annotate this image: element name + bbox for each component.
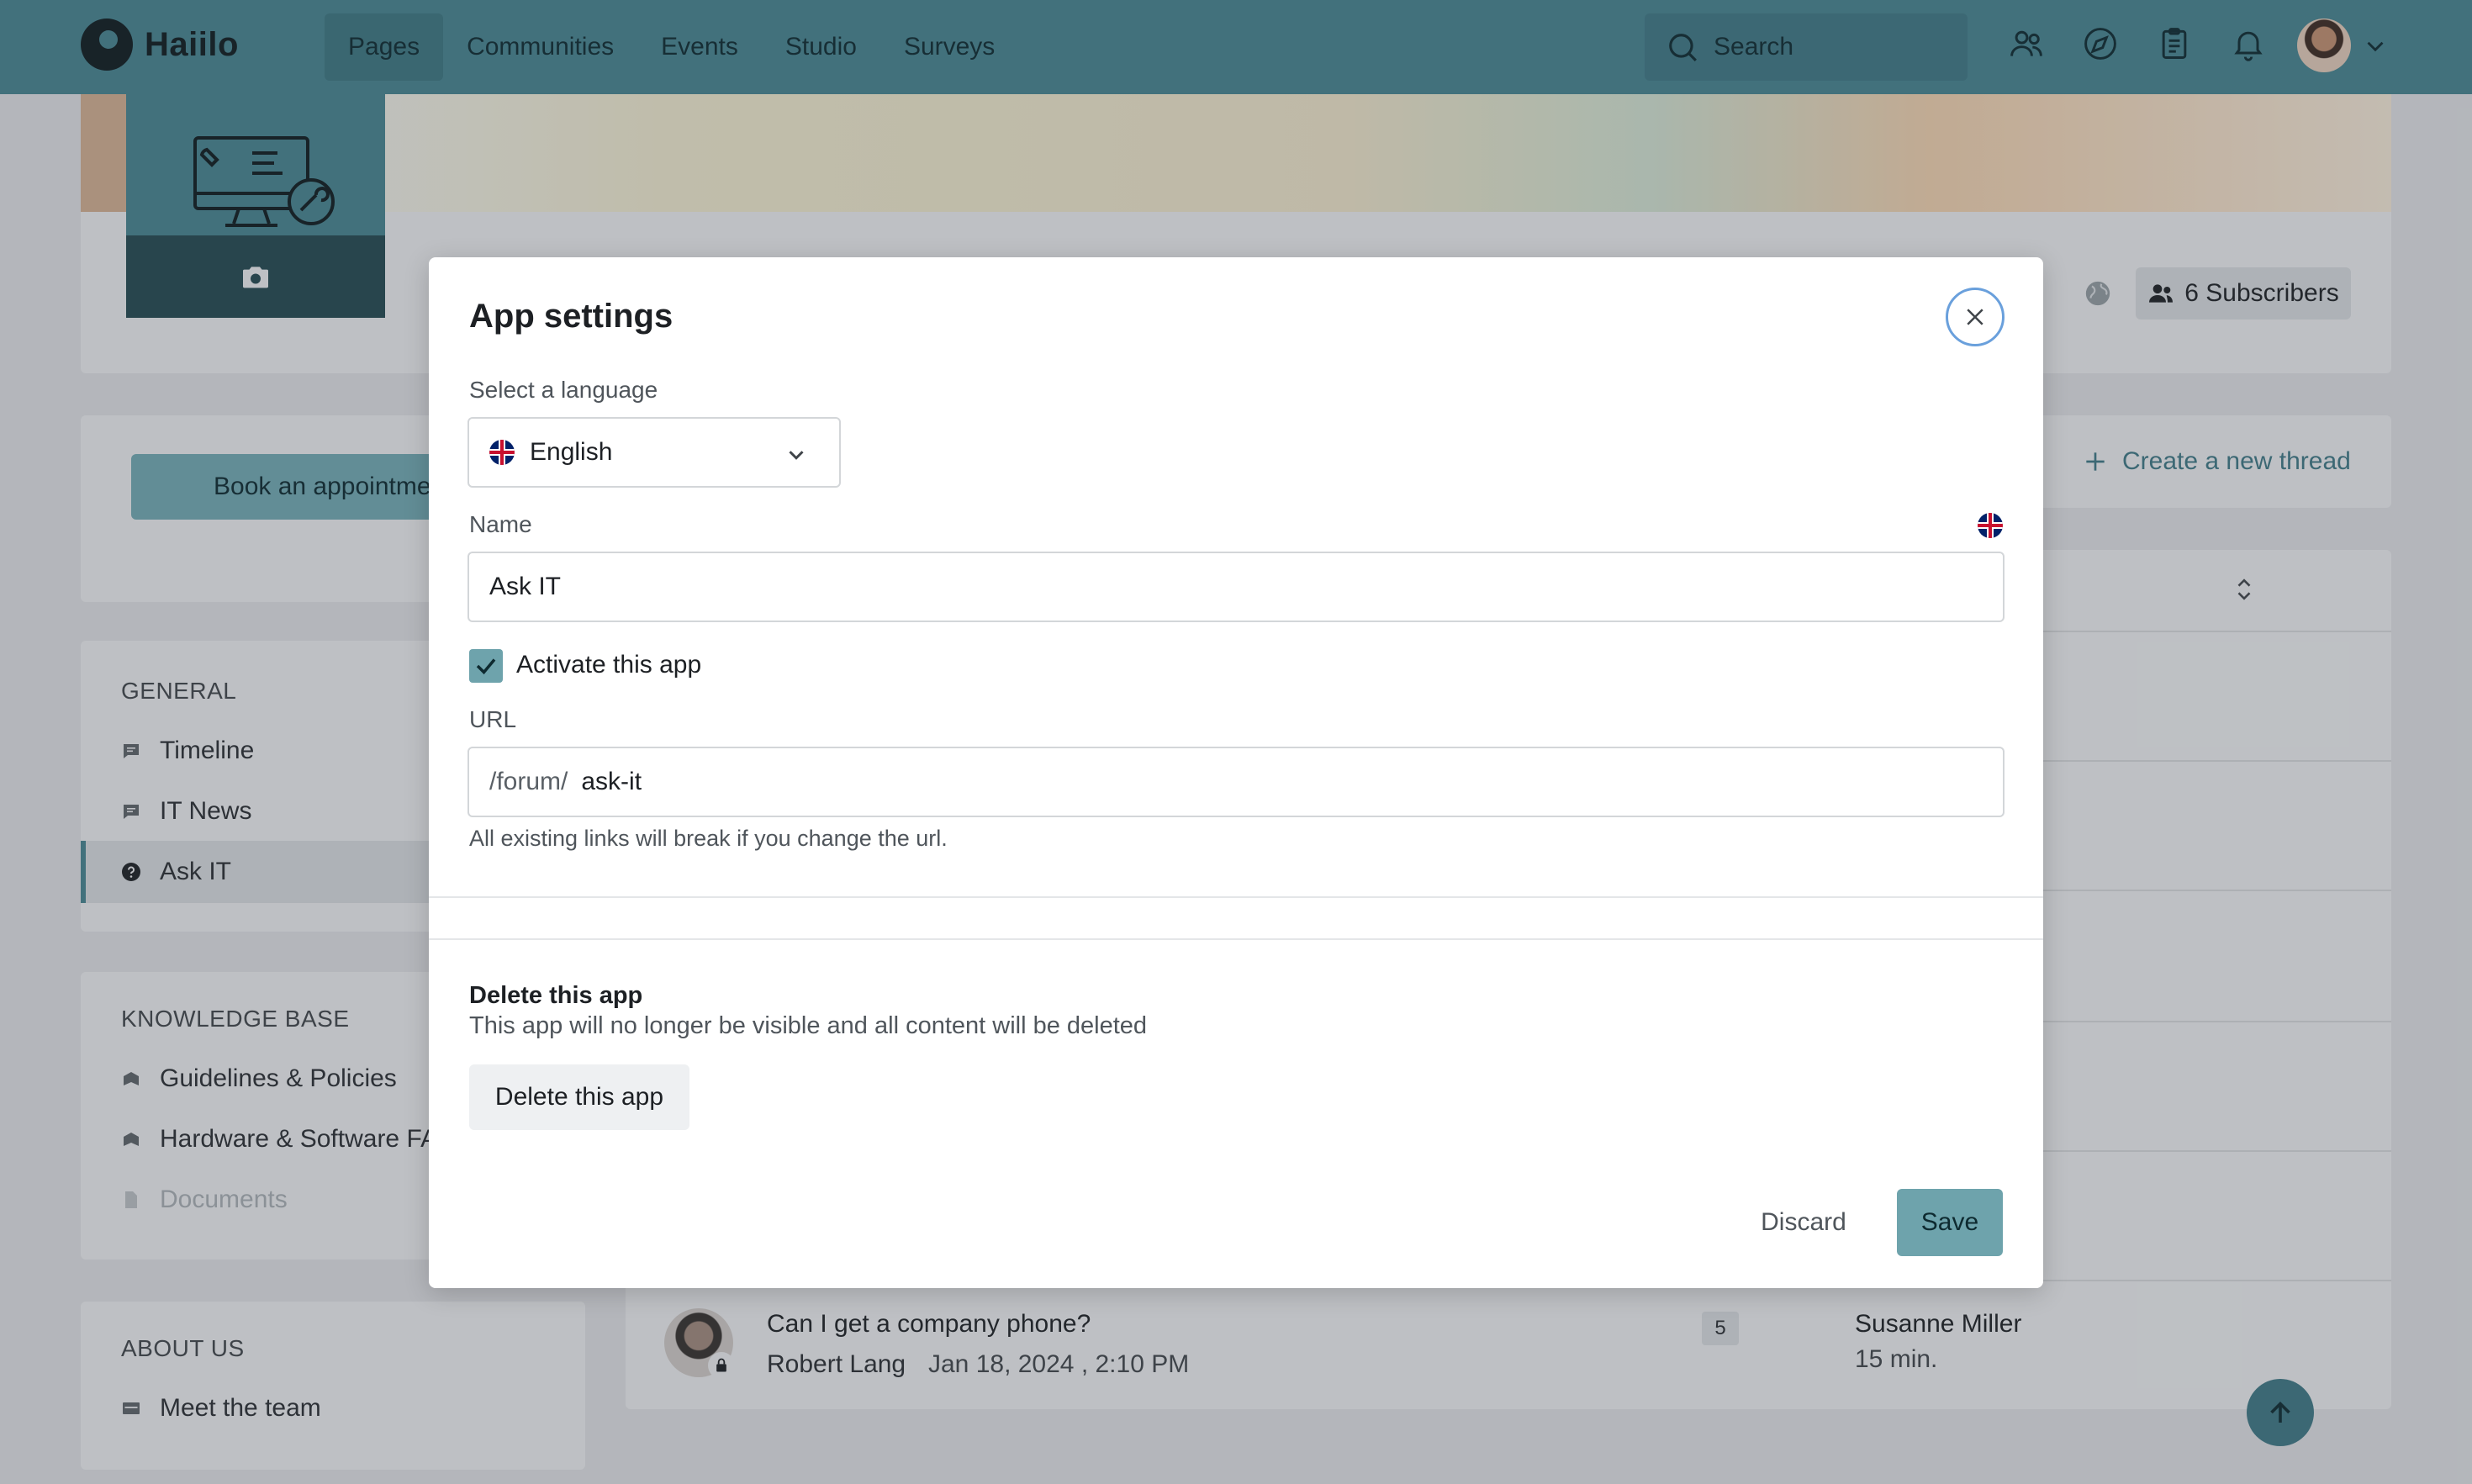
name-label: Name: [469, 511, 532, 537]
close-icon: [1967, 309, 1983, 325]
close-button[interactable]: [1946, 288, 2005, 346]
url-label: URL: [469, 706, 517, 732]
checkmark-icon: [476, 658, 496, 675]
save-button[interactable]: Save: [1897, 1189, 2003, 1256]
uk-flag-icon: [1978, 513, 2003, 538]
url-hint: All existing links will break if you cha…: [469, 826, 948, 851]
url-prefix: /forum/: [489, 768, 568, 795]
activate-label[interactable]: Activate this app: [516, 651, 701, 679]
url-field[interactable]: /forum/ ask-it: [467, 747, 2005, 817]
activate-checkbox[interactable]: [469, 649, 503, 683]
url-slug: ask-it: [581, 768, 642, 795]
language-label: Select a language: [469, 377, 658, 403]
delete-app-description: This app will no longer be visible and a…: [469, 1012, 1148, 1039]
language-value: English: [530, 438, 613, 466]
dialog-title: App settings: [469, 298, 673, 335]
discard-button[interactable]: Discard: [1740, 1189, 1867, 1256]
section-divider: [429, 896, 2043, 898]
app-settings-dialog: App settings Select a language English N…: [429, 257, 2043, 1288]
chevron-down-icon: [789, 451, 804, 460]
section-divider: [429, 938, 2043, 940]
language-select[interactable]: English: [467, 417, 841, 488]
delete-app-button[interactable]: Delete this app: [469, 1064, 689, 1130]
uk-flag-icon: [489, 440, 515, 465]
delete-app-title: Delete this app: [469, 982, 643, 1009]
name-field[interactable]: Ask IT: [467, 552, 2005, 622]
